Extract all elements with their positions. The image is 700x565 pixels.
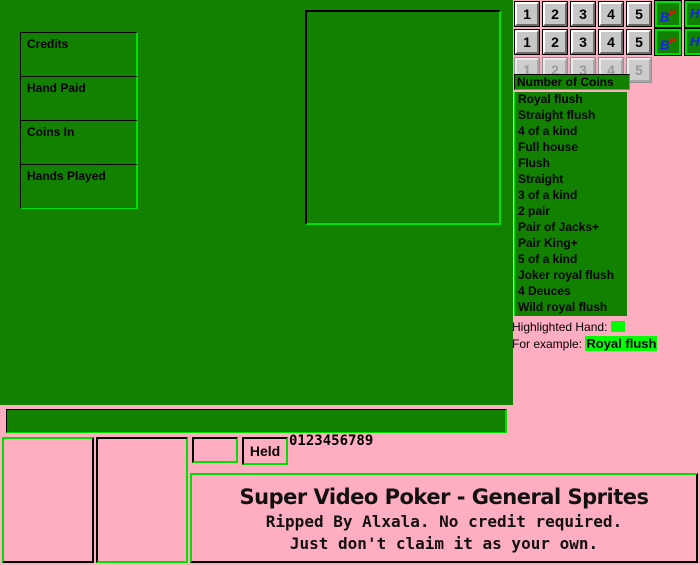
paytable-row-joker-royal-flush[interactable]: Joker royal flush <box>515 268 627 284</box>
meter-coins-in[interactable]: Coins In <box>20 120 138 165</box>
hold-payout-button-row2[interactable]: HP <box>684 28 700 56</box>
example-line: For example: Royal flush <box>512 336 698 352</box>
paytable-row-pair-king[interactable]: Pair King+ <box>515 236 627 252</box>
paytable-row-3-of-a-kind[interactable]: 3 of a kind <box>515 188 627 204</box>
paytable-row-straight[interactable]: Straight <box>515 172 627 188</box>
held-indicator-box[interactable]: Held <box>242 437 288 465</box>
highlight-legend: Highlighted Hand: For example: Royal flu… <box>512 320 698 352</box>
coin-button-1-2[interactable]: 2 <box>542 1 568 27</box>
coin-button-2-1[interactable]: 1 <box>514 29 540 55</box>
credit-line-3: Just don't claim it as your own. <box>289 534 599 553</box>
coin-button-3-5: 5 <box>626 57 652 83</box>
paytable-row-straight-flush[interactable]: Straight flush <box>515 108 627 124</box>
credit-title: Super Video Poker - General Sprites <box>239 485 649 509</box>
paytable-row-full-house[interactable]: Full house <box>515 140 627 156</box>
credit-banner: Super Video Poker - General Sprites Ripp… <box>190 473 698 563</box>
message-bar-box <box>6 409 507 433</box>
paytable-row-4-deuces[interactable]: 4 Deuces <box>515 284 627 300</box>
coin-button-2-3[interactable]: 3 <box>570 29 596 55</box>
sprite-sheet-canvas: Credits Hand Paid Coins In Hands Played … <box>0 0 700 565</box>
held-label: Held <box>249 443 281 459</box>
coin-button-2-5[interactable]: 5 <box>626 29 652 55</box>
blank-indicator-box[interactable] <box>192 437 238 463</box>
meter-hands-played[interactable]: Hands Played <box>20 164 138 209</box>
meter-label-hand-paid: Hand Paid <box>27 81 86 95</box>
digit-strip: 0123456789 <box>289 433 374 449</box>
paytable-row-2-pair[interactable]: 2 pair <box>515 204 627 220</box>
paytable-row-4-of-a-kind[interactable]: 4 of a kind <box>515 124 627 140</box>
paytable-row-wild-royal-flush[interactable]: Wild royal flush <box>515 300 627 316</box>
coin-button-1-1[interactable]: 1 <box>514 1 540 27</box>
paytable-row-pair-of-jacks[interactable]: Pair of Jacks+ <box>515 220 627 236</box>
credit-line-2: Ripped By Alxala. No credit required. <box>265 512 623 531</box>
meter-group: Credits Hand Paid Coins In Hands Played <box>20 32 138 210</box>
hold-payout-button-row1[interactable]: HP <box>684 0 700 28</box>
meter-label-hands-played: Hands Played <box>27 169 106 183</box>
coin-button-1-5[interactable]: 5 <box>626 1 652 27</box>
highlighted-hand-label: Highlighted Hand: <box>512 320 608 334</box>
meter-hand-paid[interactable]: Hand Paid <box>20 76 138 121</box>
card-slot-back-1[interactable] <box>2 437 94 563</box>
paytable-hand-list: Royal flush Straight flush 4 of a kind F… <box>514 92 627 316</box>
example-value: Royal flush <box>585 336 658 351</box>
number-of-coins-header: Number of Coins <box>514 74 630 90</box>
highlight-color-swatch <box>610 321 625 332</box>
paytable-row-royal-flush[interactable]: Royal flush <box>515 92 627 108</box>
coin-button-2-4[interactable]: 4 <box>598 29 624 55</box>
meter-label-coins-in: Coins In <box>27 125 75 139</box>
paytable-row-flush[interactable]: Flush <box>515 156 627 172</box>
highlighted-hand-line: Highlighted Hand: <box>512 320 698 336</box>
paytable-row-5-of-a-kind[interactable]: 5 of a kind <box>515 252 627 268</box>
example-label: For example: <box>512 337 583 351</box>
bet-plus-button-row2[interactable]: BP <box>654 28 682 56</box>
meter-credits[interactable]: Credits <box>20 32 138 77</box>
bet-plus-button-row1[interactable]: BP <box>654 0 682 28</box>
card-display-box <box>305 10 501 225</box>
coin-button-1-4[interactable]: 4 <box>598 1 624 27</box>
card-slot-back-2[interactable] <box>96 437 188 563</box>
coin-button-1-3[interactable]: 3 <box>570 1 596 27</box>
meter-label-credits: Credits <box>27 37 69 51</box>
coin-button-2-2[interactable]: 2 <box>542 29 568 55</box>
